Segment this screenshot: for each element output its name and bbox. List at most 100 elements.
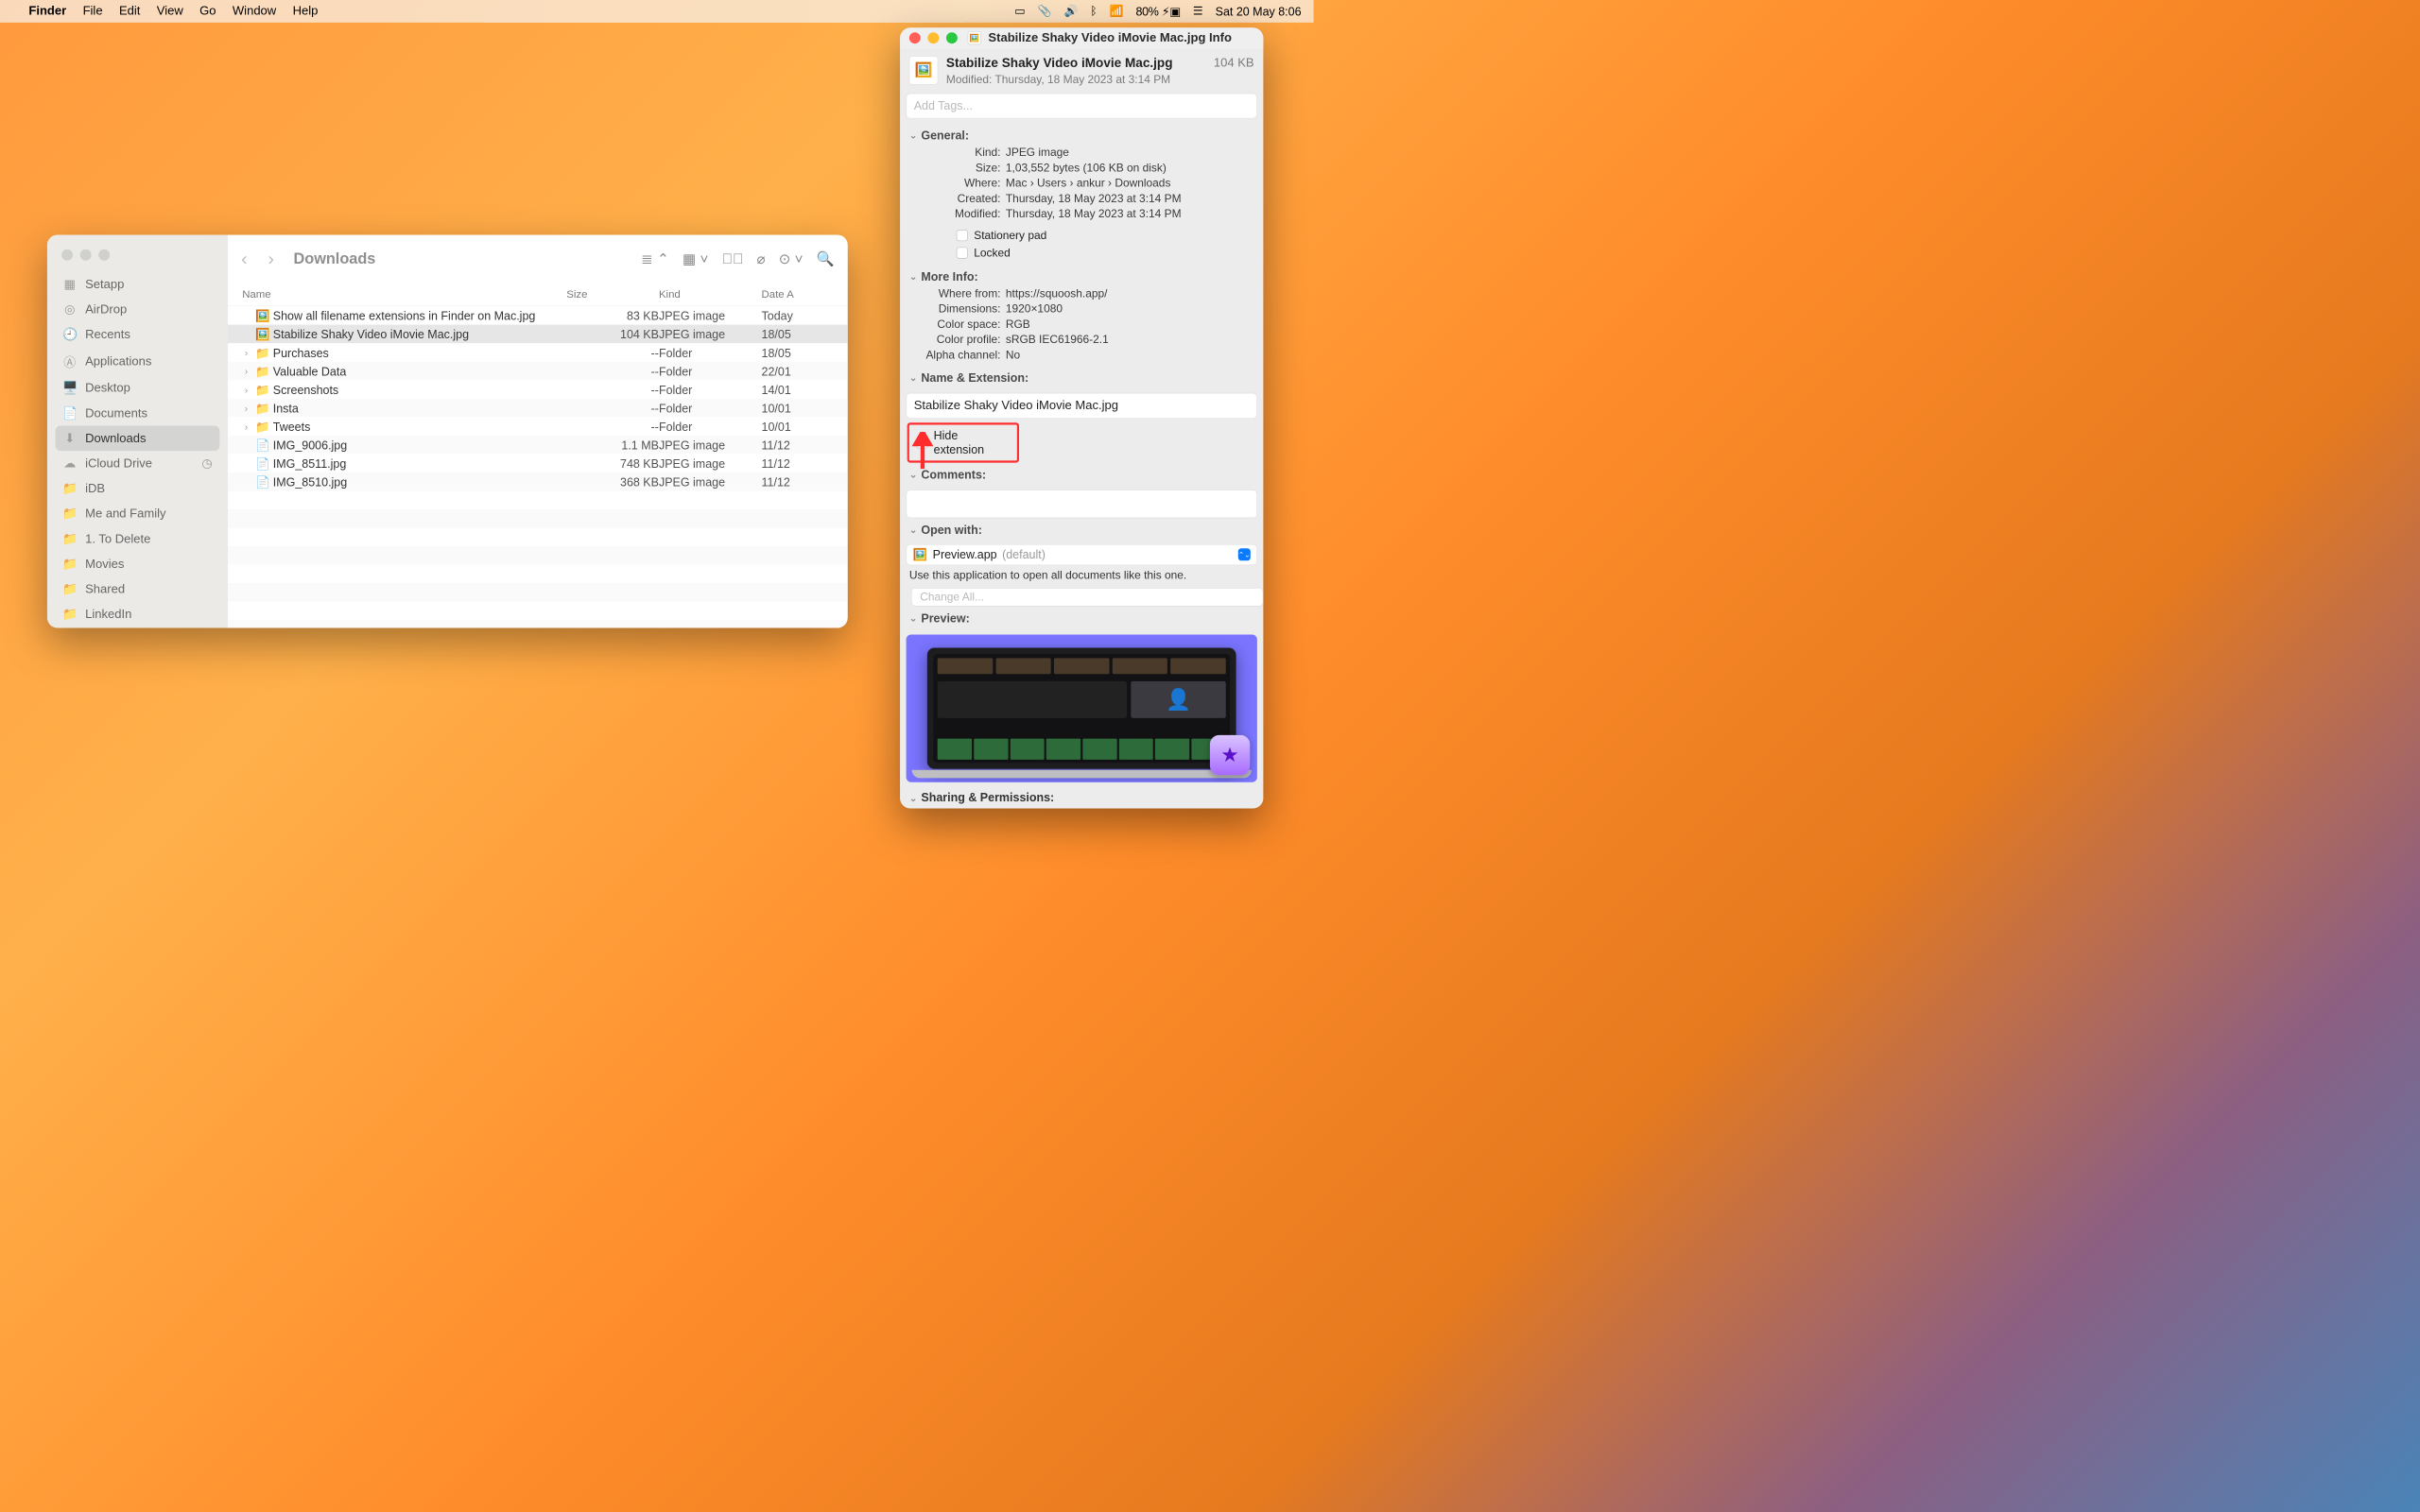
forward-button[interactable]: › [268,248,274,269]
minimize-button[interactable] [927,32,939,43]
sidebar-item-1.-to-delete[interactable]: 📁1. To Delete [56,526,220,552]
col-date[interactable]: Date A [762,288,834,301]
file-kind: JPEG image [659,309,762,323]
change-all-button[interactable]: Change All... [911,588,1263,607]
sidebar-item-label: iDB [85,481,105,495]
file-row[interactable]: 🖼️Show all filename extensions in Finder… [228,306,848,325]
sidebar-item-recents[interactable]: 🕘Recents [56,322,220,348]
close-button[interactable] [909,32,921,43]
section-moreinfo[interactable]: ⌄More Info: [909,267,1254,285]
menubar-clock[interactable]: Sat 20 May 8:06 [1216,5,1302,19]
finder-window: ▦Setapp◎AirDrop🕘RecentsⒶApplications🖥️De… [47,235,848,628]
search-icon[interactable]: 🔍 [817,250,835,267]
tags-field[interactable]: Add Tags... [907,94,1257,119]
finder-location: Downloads [293,250,375,267]
app-name[interactable]: Finder [28,4,66,18]
section-openwith[interactable]: ⌄Open with: [909,521,1254,539]
sidebar-item-desktop[interactable]: 🖥️Desktop [56,375,220,401]
file-icon: 📁 [255,402,268,416]
sidebar-item-setapp[interactable]: ▦Setapp [56,272,220,298]
file-icon: 📄 [255,475,268,490]
file-row[interactable]: ›📁Valuable Data--Folder22/01 [228,362,848,381]
file-row[interactable]: 📄IMG_8510.jpg368 KBJPEG image11/12 [228,472,848,491]
file-icon: 🖼️ [255,309,268,323]
section-general[interactable]: ⌄General: [909,127,1254,145]
sidebar-item-idb[interactable]: 📁iDB [56,476,220,502]
disclosure-icon[interactable]: › [242,367,251,377]
file-row[interactable]: 📄IMG_9006.jpg1.1 MBJPEG image11/12 [228,436,848,455]
section-comments[interactable]: ⌄Comments: [909,466,1254,484]
file-kind: Folder [659,365,762,379]
file-row[interactable]: ›📁Tweets--Folder10/01 [228,417,848,436]
tags-icon[interactable]: ⌀ [756,250,765,267]
file-kind: Folder [659,383,762,397]
empty-row [228,602,848,621]
sidebar-item-linkedin[interactable]: 📁LinkedIn [56,602,220,627]
view-list-icon[interactable]: ≣ ⌃ [641,250,669,267]
menu-edit[interactable]: Edit [119,4,140,18]
file-name: IMG_8511.jpg [273,457,347,472]
volume-icon[interactable]: 🔊 [1063,5,1078,18]
menu-file[interactable]: File [83,4,103,18]
sidebar-item-applications[interactable]: ⒶApplications [56,347,220,375]
sidebar-item-airdrop[interactable]: ◎AirDrop [56,297,220,322]
folder-icon: 📁 [62,557,77,572]
zoom-button[interactable] [946,32,958,43]
clock-icon: 🕘 [62,327,77,342]
battery-status[interactable]: 80% ⚡︎▣ [1135,5,1180,19]
bluetooth-icon[interactable]: ᛒ [1090,5,1097,18]
chevron-down-icon: ⌄ [909,524,917,535]
more-icon[interactable]: ⊙ ˅ [779,250,804,267]
menu-help[interactable]: Help [293,4,319,18]
openwith-select[interactable]: 🖼️ Preview.app (default) ⌃⌄ [907,544,1257,565]
sidebar-item-label: Desktop [85,381,130,395]
col-name[interactable]: Name [242,288,566,301]
sidebar-item-icloud-drive[interactable]: ☁︎iCloud Drive◷ [56,451,220,476]
share-icon[interactable]: ⇧⃞ [722,250,744,266]
wifi-icon[interactable]: 📶 [1110,5,1124,18]
menulet-icon[interactable]: ▭ [1014,5,1025,18]
paperclip-icon[interactable]: 📎 [1038,5,1052,18]
sidebar-item-me-and-family[interactable]: 📁Me and Family [56,501,220,526]
locked-checkbox[interactable]: Locked [909,244,1254,261]
file-row[interactable]: ›📁Purchases--Folder18/05 [228,343,848,362]
zoom-button[interactable] [98,249,110,261]
file-row[interactable]: ›📁Insta--Folder10/01 [228,399,848,418]
menu-go[interactable]: Go [199,4,216,18]
nameext-field[interactable]: Stabilize Shaky Video iMovie Mac.jpg [907,393,1257,419]
section-preview[interactable]: ⌄Preview: [909,610,1254,627]
file-row[interactable]: 🖼️Stabilize Shaky Video iMovie Mac.jpg10… [228,325,848,344]
back-button[interactable]: ‹ [241,248,248,269]
section-nameext[interactable]: ⌄Name & Extension: [909,369,1254,387]
close-button[interactable] [61,249,73,261]
column-headers[interactable]: Name Size Kind Date A [228,284,848,306]
download-icon: ⬇︎ [62,431,77,446]
file-icon: 📁 [255,421,268,435]
file-row[interactable]: 📄IMG_8511.jpg748 KBJPEG image11/12 [228,454,848,472]
k: Modified: [919,207,1001,220]
disclosure-icon[interactable]: › [242,385,251,395]
sidebar-item-label: Setapp [85,277,124,291]
col-kind[interactable]: Kind [659,288,762,301]
control-center-icon[interactable]: ☰ [1193,5,1203,18]
disclosure-icon[interactable]: › [242,348,251,358]
section-sharing[interactable]: ⌄Sharing & Permissions: [900,786,1263,808]
v: 1,03,552 bytes (106 KB on disk) [1006,161,1254,174]
sidebar-item-movies[interactable]: 📁Movies [56,552,220,577]
col-size[interactable]: Size [566,288,659,301]
menu-window[interactable]: Window [233,4,276,18]
stationery-checkbox[interactable]: Stationery pad [909,227,1254,244]
minimize-button[interactable] [80,249,92,261]
sidebar-item-shared[interactable]: 📁Shared [56,576,220,602]
file-proxy-icon[interactable]: 🖼️ [968,31,981,44]
file-name: IMG_8510.jpg [273,475,347,490]
file-row[interactable]: ›📁Screenshots--Folder14/01 [228,380,848,399]
sidebar-item-downloads[interactable]: ⬇︎Downloads [56,426,220,452]
view-group-icon[interactable]: ▦ ˅ [683,250,708,267]
disclosure-icon[interactable]: › [242,421,251,432]
disclosure-icon[interactable]: › [242,404,251,414]
menu-view[interactable]: View [157,4,183,18]
comments-field[interactable] [907,490,1257,518]
sidebar-item-documents[interactable]: 📄Documents [56,401,220,426]
file-icon: 📁 [255,365,268,379]
